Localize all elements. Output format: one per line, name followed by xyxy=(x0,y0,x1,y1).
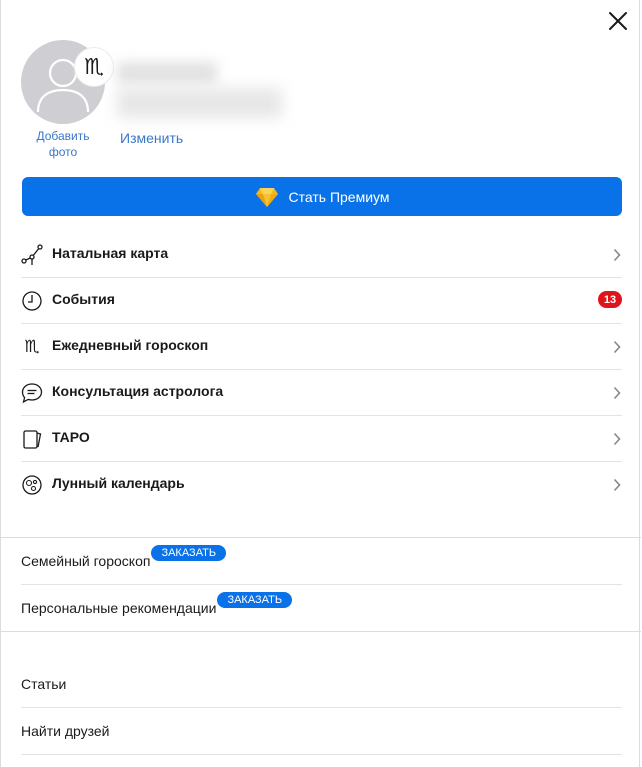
articles-link[interactable]: Статьи xyxy=(21,661,622,708)
menu-item-label: События xyxy=(52,290,115,307)
menu-item-label: Консультация астролога xyxy=(52,382,224,399)
personal-recommendations-label: Персональные рекомендации xyxy=(21,600,217,616)
tarot-card-icon xyxy=(21,428,43,450)
diamond-icon xyxy=(255,187,278,207)
scorpio-icon: ♏ xyxy=(24,336,40,357)
natal-chart-icon xyxy=(21,243,43,266)
order-button[interactable]: ЗАКАЗАТЬ xyxy=(151,545,227,561)
zodiac-badge: ♏ xyxy=(75,48,113,86)
menu-item-label: Ежедневный гороскоп xyxy=(52,336,209,353)
menu-item-daily-horoscope[interactable]: ♏ Ежедневный гороскоп xyxy=(21,324,622,370)
personal-recommendations-item[interactable]: Персональные рекомендации ЗАКАЗАТЬ xyxy=(21,585,622,631)
chevron-right-icon xyxy=(613,386,621,400)
events-count-badge: 13 xyxy=(598,291,622,308)
premium-button[interactable]: Стать Премиум xyxy=(22,177,622,216)
chevron-right-icon xyxy=(613,478,621,492)
premium-button-label: Стать Премиум xyxy=(288,188,390,205)
menu-item-tarot[interactable]: ТАРО xyxy=(21,416,622,462)
find-friends-label: Найти друзей xyxy=(21,723,110,739)
edit-profile-link[interactable]: Изменить xyxy=(120,130,183,146)
articles-label: Статьи xyxy=(21,676,67,692)
chevron-right-icon xyxy=(613,248,621,262)
find-friends-link[interactable]: Найти друзей xyxy=(21,708,622,755)
order-button[interactable]: ЗАКАЗАТЬ xyxy=(217,592,293,608)
menu-item-label: ТАРО xyxy=(52,428,90,445)
order-section: Семейный гороскоп ЗАКАЗАТЬ Персональные … xyxy=(21,538,622,631)
family-horoscope-label: Семейный гороскоп xyxy=(21,553,151,569)
menu-item-label: Натальная карта xyxy=(52,244,169,261)
moon-icon xyxy=(21,474,43,496)
menu-item-natal-chart[interactable]: Натальная карта xyxy=(21,232,622,278)
main-menu: Натальная карта События 13 ♏ Ежедневный … xyxy=(21,232,622,507)
menu-item-label: Лунный календарь xyxy=(52,474,185,491)
avatar[interactable]: ♏ xyxy=(21,40,113,126)
links-section: Статьи Найти друзей xyxy=(21,661,622,755)
menu-item-astrologer-consultation[interactable]: Консультация астролога xyxy=(21,370,622,416)
family-horoscope-item[interactable]: Семейный гороскоп ЗАКАЗАТЬ xyxy=(21,538,622,585)
clock-icon xyxy=(21,290,43,312)
section-divider xyxy=(1,631,641,632)
menu-item-lunar-calendar[interactable]: Лунный календарь xyxy=(21,462,622,507)
chevron-right-icon xyxy=(613,340,621,354)
scorpio-icon: ♏ xyxy=(84,54,104,80)
menu-item-events[interactable]: События 13 xyxy=(21,278,622,324)
add-photo-link[interactable]: Добавить фото xyxy=(21,128,105,160)
profile-panel: ♏ Добавить фото Изменить Стать Премиум Н… xyxy=(0,0,641,767)
chat-bubble-icon xyxy=(21,382,43,404)
chevron-right-icon xyxy=(613,432,621,446)
close-icon[interactable] xyxy=(607,10,629,32)
user-name-blurred xyxy=(117,62,287,122)
